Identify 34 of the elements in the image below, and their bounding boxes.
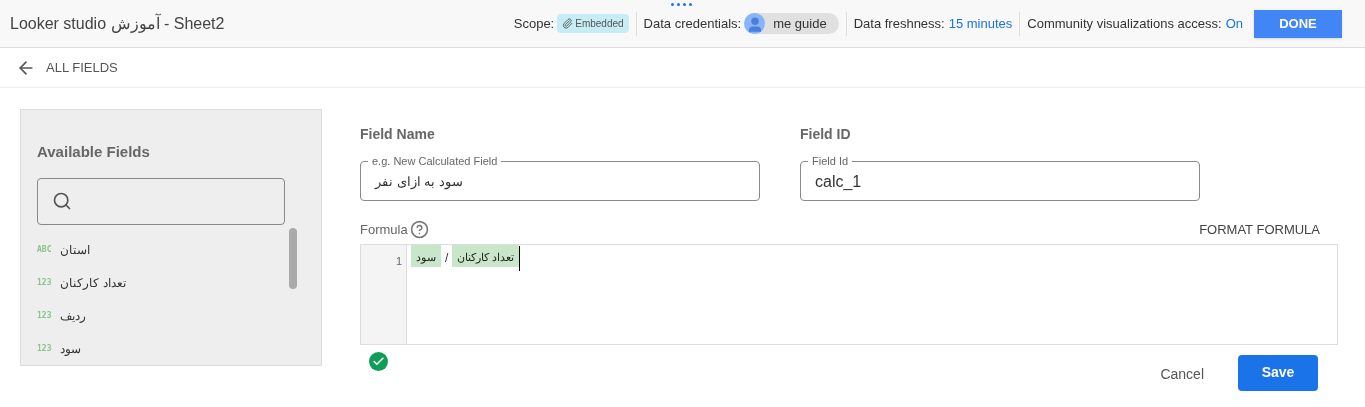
search-icon [52,191,72,211]
scope-badge: Embedded [557,14,629,33]
formula-label: Formula [360,221,408,239]
cancel-button[interactable]: Cancel [1150,356,1214,393]
format-formula-button[interactable]: FORMAT FORMULA [1199,220,1320,240]
help-icon[interactable] [409,220,429,240]
avatar-icon [744,13,766,34]
panel-title: Available Fields [37,142,151,162]
formula-field-token: سود [411,244,441,267]
field-type-label: 123 [37,277,52,289]
field-heading: Field ID [800,125,852,144]
field-type-label: 123 [37,310,52,322]
freshness-label: Data freshness: [853,14,945,33]
freshness-link[interactable]: 15 minutes [948,13,1013,34]
report-title: Looker studio آموزش - Sheet2 [10,12,225,35]
search-field[interactable] [37,177,285,225]
field-label: e.g. New Calculated Field [368,154,502,168]
paperclip-icon [562,18,574,29]
field-label: Field Id [808,154,853,168]
done-button[interactable]: DONE [1254,9,1342,38]
field-type-label: ABC [37,244,52,256]
back-button[interactable]: ALL FIELDS [16,57,118,78]
field-type-label: 123 [37,343,52,355]
credentials-label: Data credentials: [643,14,742,33]
scope-label: Scope: [513,14,555,33]
formula-field-token: تعداد کارکنان [452,244,520,267]
credentials-chip[interactable]: me guide [744,13,839,34]
save-button[interactable]: Save [1238,354,1318,391]
community-access-label: Community visualizations access: [1027,14,1222,33]
field-heading: Field Name [360,125,436,144]
line-number: 1 [395,253,402,269]
scrollbar-thumb[interactable] [289,228,297,289]
community-access-link[interactable]: On [1225,13,1243,34]
formula-operator: / [444,249,450,267]
